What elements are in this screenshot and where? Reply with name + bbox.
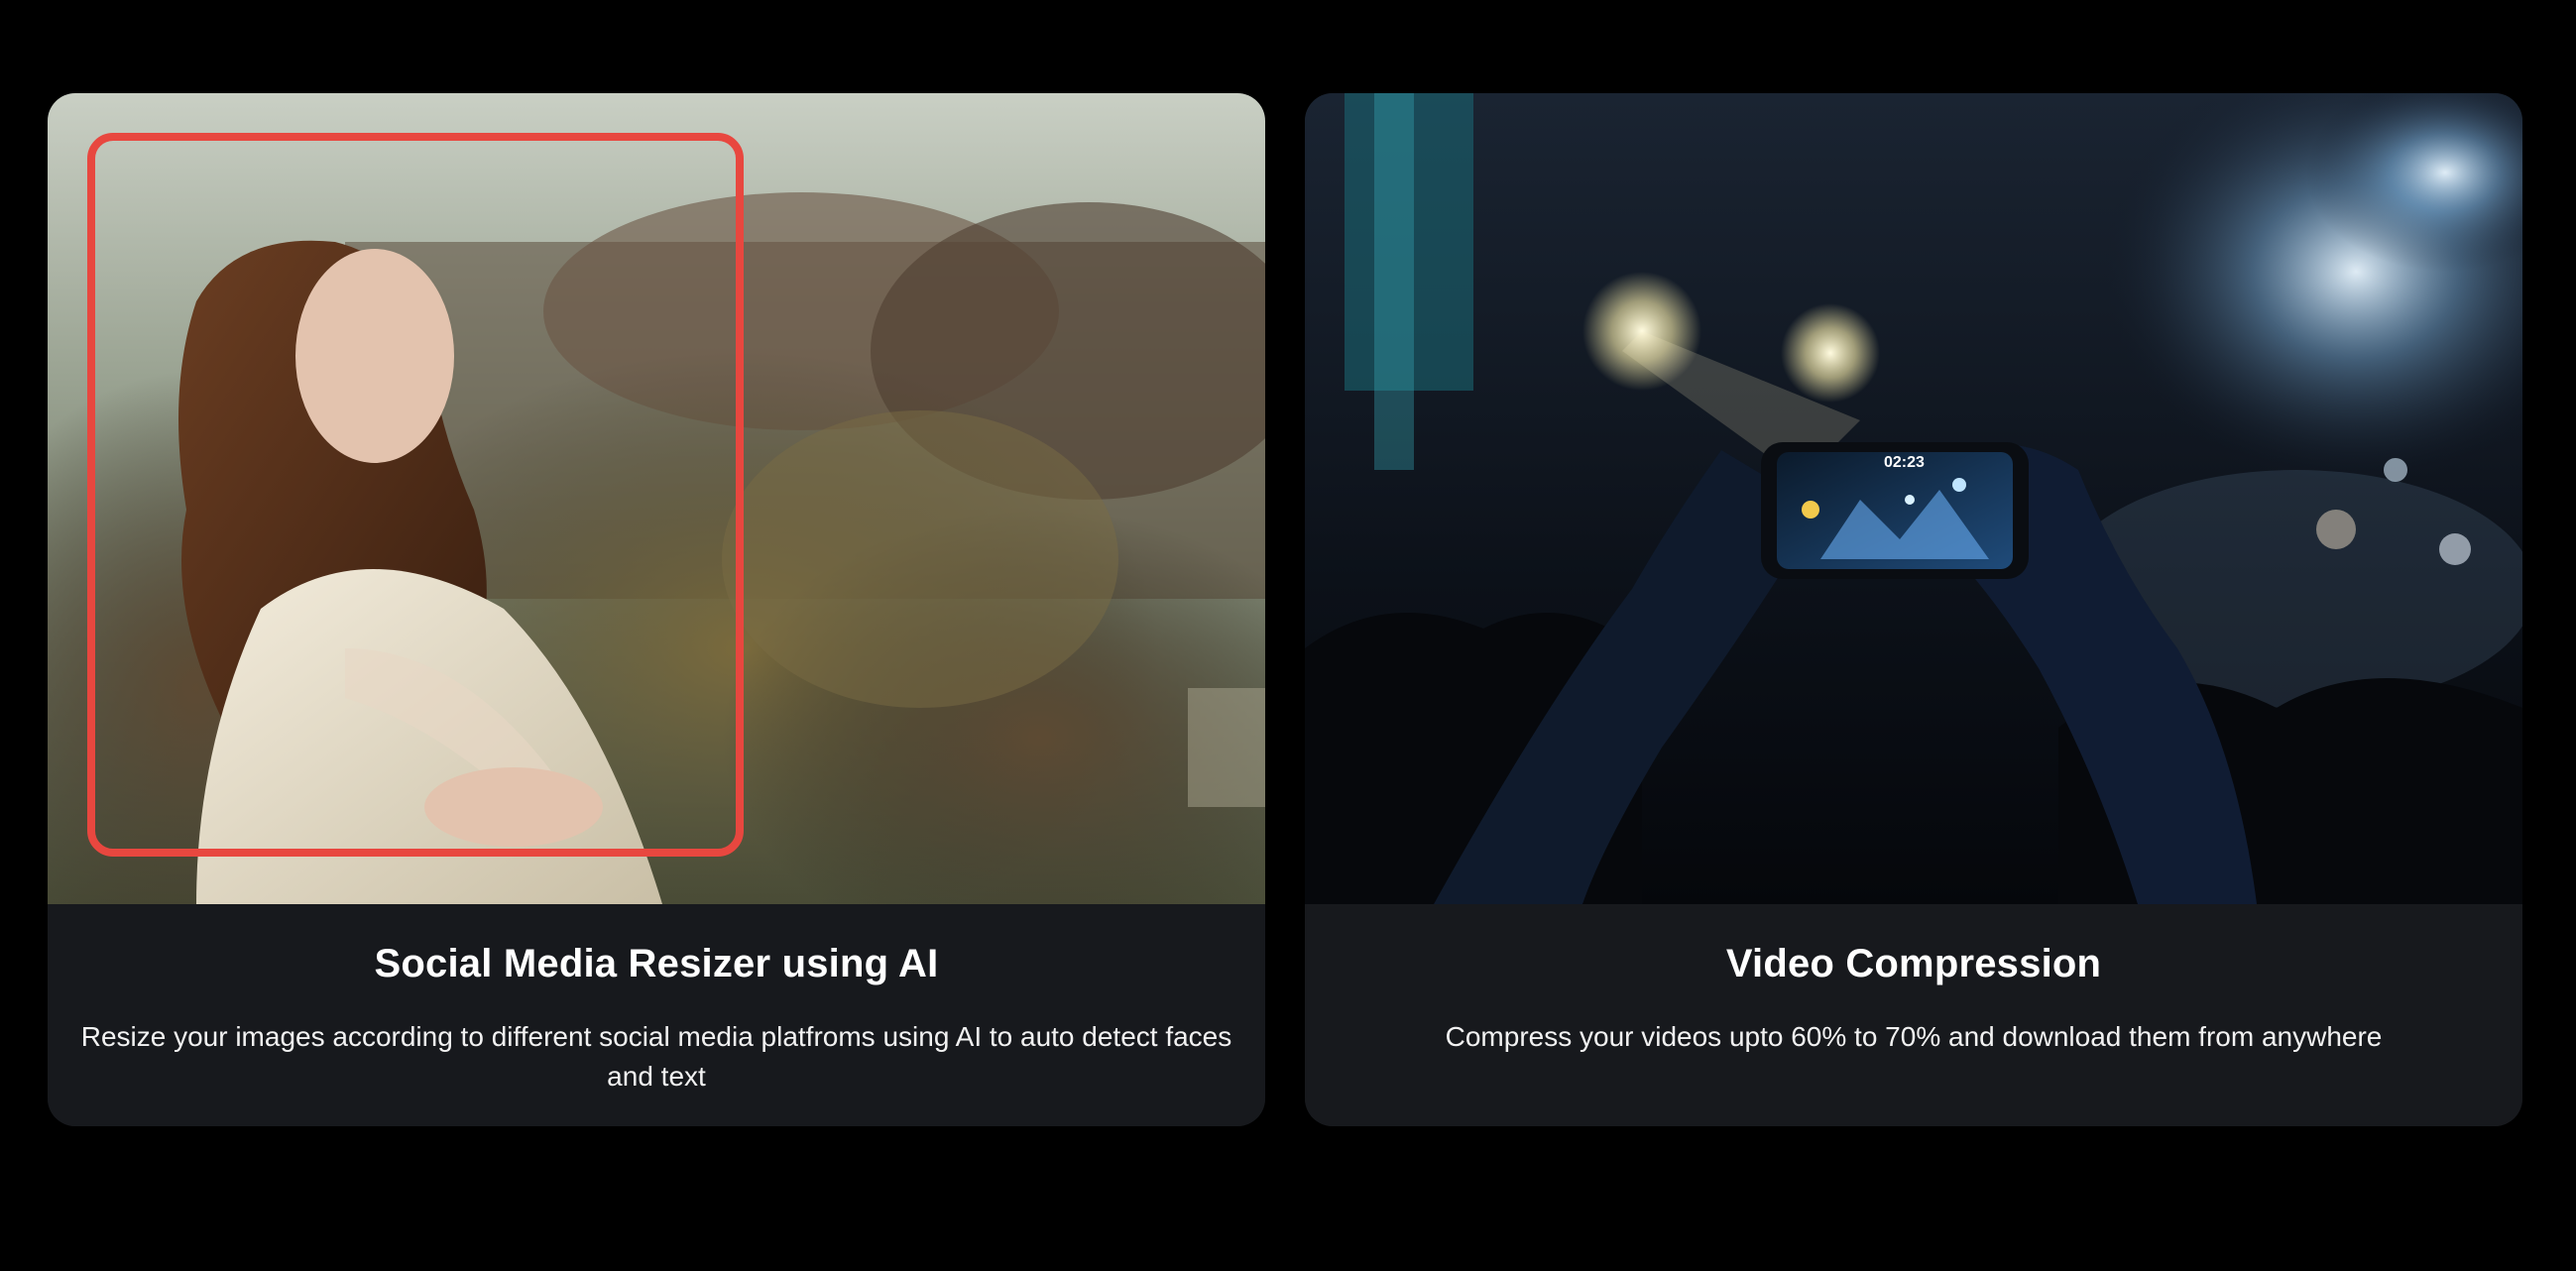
card-body: Video Compression Compress your videos u… — [1305, 904, 2522, 1126]
card-title: Video Compression — [1725, 942, 2102, 985]
card-description: Resize your images according to differen… — [80, 1021, 1232, 1092]
card-image-portrait — [48, 93, 1265, 904]
crop-frame-overlay — [87, 133, 744, 857]
concert-photo — [1305, 93, 2522, 904]
card-description: Compress your videos upto 60% to 70% and… — [1445, 1021, 2383, 1052]
card-image-concert: 02:23 — [1305, 93, 2522, 904]
page: Social Media Resizer using AI Resize you… — [0, 0, 2576, 1271]
feature-card-video-compression[interactable]: 02:23 Video Compression Compress your vi… — [1305, 93, 2522, 1126]
feature-card-social-media-resizer[interactable]: Social Media Resizer using AI Resize you… — [48, 93, 1265, 1126]
card-title: Social Media Resizer using AI — [374, 942, 939, 985]
card-body: Social Media Resizer using AI Resize you… — [48, 904, 1265, 1126]
phone-recording-time: 02:23 — [1884, 454, 1925, 471]
